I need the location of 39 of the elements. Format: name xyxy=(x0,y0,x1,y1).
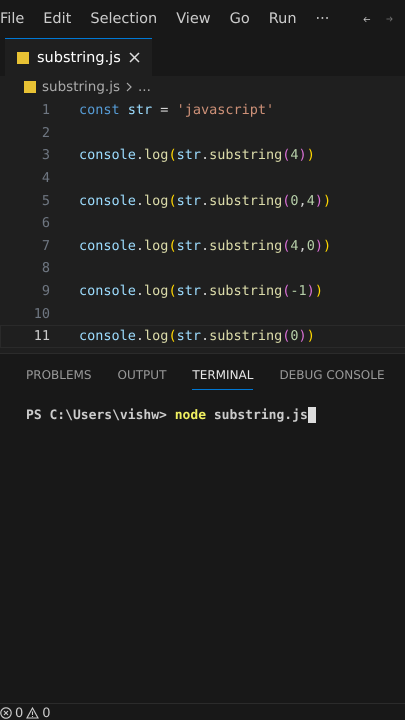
panel-tab[interactable]: TERMINAL xyxy=(192,368,254,390)
code-line: console.log(str.substring(0)) xyxy=(79,328,315,344)
line-number: 3 xyxy=(40,147,50,164)
line-number: 5 xyxy=(40,192,50,209)
line-number: 7 xyxy=(40,238,50,254)
code-line: console.log(str.substring(4)) xyxy=(79,147,315,164)
panel-tab[interactable]: PROBLEMS xyxy=(26,368,92,390)
line-number: 6 xyxy=(40,215,50,232)
code-line: const str = 'javascript' xyxy=(79,102,274,118)
editor-tab[interactable]: substring.js xyxy=(5,38,152,76)
menu-item[interactable]: Edit xyxy=(43,11,72,27)
code-line: console.log(str.substring(0,4)) xyxy=(79,192,332,209)
error-count[interactable]: 0 xyxy=(15,706,24,720)
menu-item[interactable]: Go xyxy=(230,11,250,27)
chevron-icon xyxy=(126,82,132,92)
line-number: 1 xyxy=(40,102,50,118)
line-number: 8 xyxy=(40,260,50,276)
code-line: console.log(str.substring(4,0)) xyxy=(79,238,332,254)
line-number: 2 xyxy=(40,124,50,141)
line-number: 11 xyxy=(32,328,50,344)
close-icon[interactable] xyxy=(128,52,140,63)
menu-item[interactable]: View xyxy=(176,11,211,27)
breadcrumb-item[interactable]: substring.js xyxy=(42,79,120,95)
terminal-line: PS C:\Users\vishw> node substring.js xyxy=(26,408,308,422)
menu-item[interactable]: ··· xyxy=(316,11,330,27)
panel-tab[interactable]: OUTPUT xyxy=(118,368,166,390)
line-number: 9 xyxy=(40,283,50,300)
error-icon xyxy=(0,707,12,719)
menu-item[interactable]: Run xyxy=(268,11,297,27)
terminal-cursor xyxy=(308,407,316,423)
line-number: 10 xyxy=(32,306,50,322)
breadcrumb-item[interactable]: ... xyxy=(138,79,151,95)
warning-count[interactable]: 0 xyxy=(42,706,51,720)
code-line: console.log(str.substring(-1)) xyxy=(79,283,323,300)
warning-icon xyxy=(26,707,40,719)
menu-item[interactable]: Selection xyxy=(90,11,158,27)
panel-tab[interactable]: DEBUG CONSOLE xyxy=(279,368,385,390)
menu-item[interactable]: File xyxy=(0,11,24,27)
line-number: 4 xyxy=(40,170,50,186)
